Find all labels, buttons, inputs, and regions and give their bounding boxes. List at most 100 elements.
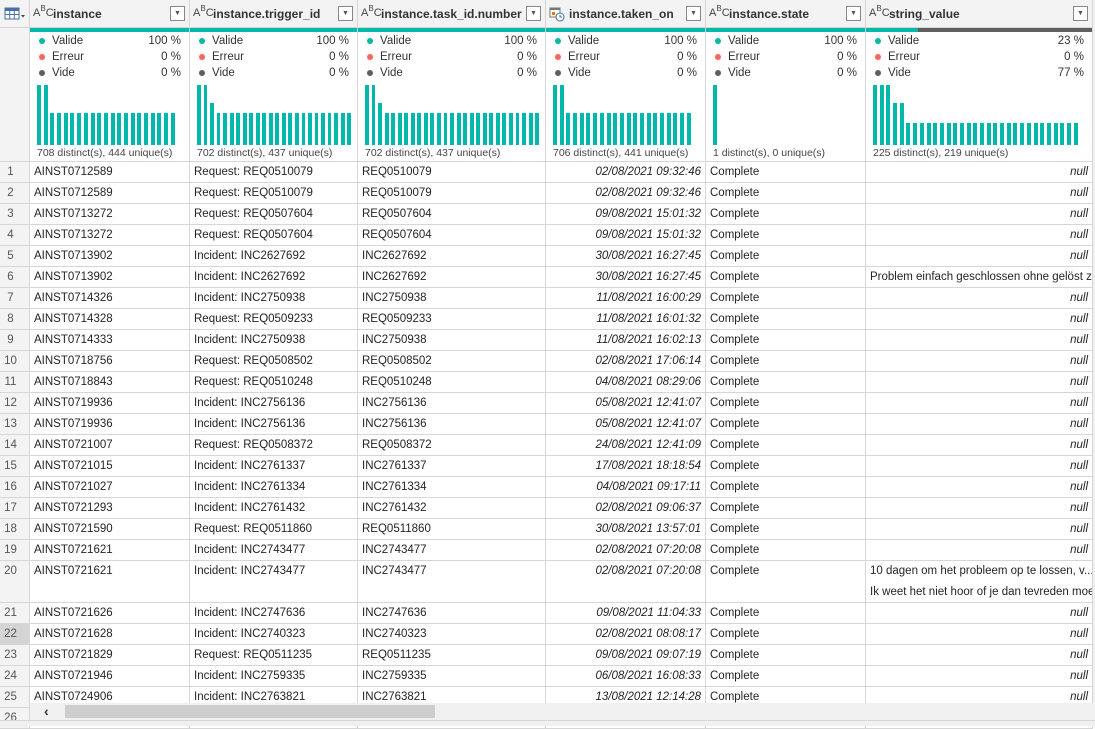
histogram-bar[interactable] <box>535 113 540 145</box>
table-cell[interactable]: REQ0510248 <box>358 372 546 393</box>
table-cell[interactable]: AINST0713272 <box>30 204 190 225</box>
filter-dropdown-icon[interactable]: ▼ <box>686 6 701 21</box>
table-cell[interactable]: REQ0507604 <box>358 225 546 246</box>
histogram-bar[interactable] <box>110 113 115 145</box>
histogram-bar[interactable] <box>528 113 533 145</box>
text-type-icon[interactable]: ABC <box>193 4 214 19</box>
table-cell[interactable]: REQ0510079 <box>358 162 546 183</box>
row-number[interactable]: 14 <box>0 435 30 456</box>
histogram-bar[interactable] <box>378 103 382 145</box>
histogram-bar[interactable] <box>919 123 924 145</box>
histogram-bar[interactable] <box>666 113 671 145</box>
table-cell[interactable]: AINST0714333 <box>30 330 190 351</box>
histogram-bar[interactable] <box>1033 123 1038 145</box>
row-number[interactable]: 11 <box>0 372 30 393</box>
histogram-bar[interactable] <box>77 113 82 145</box>
table-cell[interactable]: Complete <box>706 666 866 687</box>
histogram-bar[interactable] <box>1013 123 1018 145</box>
histogram-bar[interactable] <box>586 113 591 145</box>
table-cell[interactable]: AINST0721946 <box>30 666 190 687</box>
histogram-bar[interactable] <box>606 113 611 145</box>
table-cell[interactable]: null <box>866 372 1093 393</box>
histogram-bar[interactable] <box>50 113 55 145</box>
table-cell[interactable]: INC2756136 <box>358 414 546 435</box>
row-number[interactable]: 22 <box>0 624 30 645</box>
histogram-bar[interactable] <box>57 113 62 145</box>
histogram-bar[interactable] <box>566 113 571 145</box>
histogram-bar[interactable] <box>502 113 507 145</box>
histogram-bar[interactable] <box>1020 123 1025 145</box>
table-cell[interactable]: INC2627692 <box>358 246 546 267</box>
histogram-bar[interactable] <box>170 113 175 145</box>
histogram-bar[interactable] <box>579 113 584 145</box>
horizontal-scrollbar[interactable]: ‹ <box>30 703 1095 720</box>
histogram-bar[interactable] <box>879 85 884 145</box>
histogram-bar[interactable] <box>450 113 454 145</box>
histogram-bar[interactable] <box>553 85 557 145</box>
histogram-bar[interactable] <box>430 113 435 145</box>
column-header-string-value[interactable]: A B Cstring_value ▼ <box>866 0 1093 28</box>
histogram-bar[interactable] <box>1040 123 1045 145</box>
table-cell[interactable]: Incident: INC2750938 <box>190 330 358 351</box>
table-cell[interactable]: Request: REQ0507604 <box>190 225 358 246</box>
table-cell[interactable]: AINST0712589 <box>30 183 190 204</box>
histogram-bar[interactable] <box>906 123 911 145</box>
filter-dropdown-icon[interactable]: ▼ <box>338 6 353 21</box>
datetime-type-icon[interactable] <box>549 6 569 22</box>
table-cell[interactable]: Complete <box>706 456 866 477</box>
table-cell[interactable]: null <box>866 645 1093 666</box>
histogram-bar[interactable] <box>255 113 260 145</box>
histogram-bar[interactable] <box>713 85 717 145</box>
histogram-bar[interactable] <box>1006 123 1011 145</box>
table-cell[interactable]: null <box>866 288 1093 309</box>
table-cell[interactable]: Incident: INC2740323 <box>190 624 358 645</box>
table-cell[interactable]: 06/08/2021 16:08:33 <box>546 666 706 687</box>
table-cell[interactable]: Complete <box>706 393 866 414</box>
table-cell[interactable]: AINST0721829 <box>30 645 190 666</box>
table-cell[interactable]: Incident: INC2743477 <box>190 540 358 561</box>
histogram-bar[interactable] <box>653 113 658 145</box>
table-cell[interactable]: AINST0713902 <box>30 267 190 288</box>
table-cell[interactable]: Incident: INC2627692 <box>190 267 358 288</box>
filter-dropdown-icon[interactable]: ▼ <box>846 6 861 21</box>
histogram-bar[interactable] <box>417 113 422 145</box>
table-cell[interactable]: Complete <box>706 519 866 540</box>
table-cell[interactable]: null <box>866 309 1093 330</box>
histogram-bar[interactable] <box>1073 123 1078 145</box>
histogram-bar[interactable] <box>646 113 651 145</box>
table-cell[interactable]: Complete <box>706 498 866 519</box>
row-number[interactable]: 12 <box>0 393 30 414</box>
table-cell[interactable]: AINST0721628 <box>30 624 190 645</box>
histogram-bar[interactable] <box>946 123 951 145</box>
histogram-bar[interactable] <box>482 113 487 145</box>
table-cell[interactable]: REQ0507604 <box>358 204 546 225</box>
table-menu-button[interactable] <box>0 0 30 28</box>
histogram-bar[interactable] <box>371 85 376 145</box>
histogram-bar[interactable] <box>281 113 286 145</box>
histogram-bar[interactable] <box>619 113 624 145</box>
histogram-bar[interactable] <box>686 113 691 145</box>
table-cell[interactable]: AINST0713902 <box>30 246 190 267</box>
table-cell[interactable]: 04/08/2021 08:29:06 <box>546 372 706 393</box>
filter-dropdown-icon[interactable]: ▼ <box>526 6 541 21</box>
histogram-bar[interactable] <box>223 113 227 145</box>
row-number[interactable]: 13 <box>0 414 30 435</box>
table-cell[interactable]: 02/08/2021 09:32:46 <box>546 183 706 204</box>
histogram-bar[interactable] <box>314 113 319 145</box>
column-header-instance-taken-on[interactable]: instance.taken_on ▼ <box>546 0 706 28</box>
table-cell[interactable]: null <box>866 624 1093 645</box>
table-cell[interactable]: 02/08/2021 07:20:08 <box>546 540 706 561</box>
histogram-bar[interactable] <box>242 113 247 145</box>
histogram-bar[interactable] <box>1000 123 1005 145</box>
table-cell[interactable]: Complete <box>706 540 866 561</box>
table-cell[interactable]: null <box>866 477 1093 498</box>
table-cell[interactable]: INC2761432 <box>358 498 546 519</box>
histogram-bar[interactable] <box>1046 123 1051 145</box>
table-cell[interactable]: null <box>866 456 1093 477</box>
table-cell[interactable]: null <box>866 204 1093 225</box>
table-cell[interactable]: 02/08/2021 09:06:37 <box>546 498 706 519</box>
histogram-bar[interactable] <box>294 113 299 145</box>
histogram-bar[interactable] <box>437 113 441 145</box>
table-cell[interactable]: AINST0718756 <box>30 351 190 372</box>
histogram-bar[interactable] <box>1066 123 1071 145</box>
